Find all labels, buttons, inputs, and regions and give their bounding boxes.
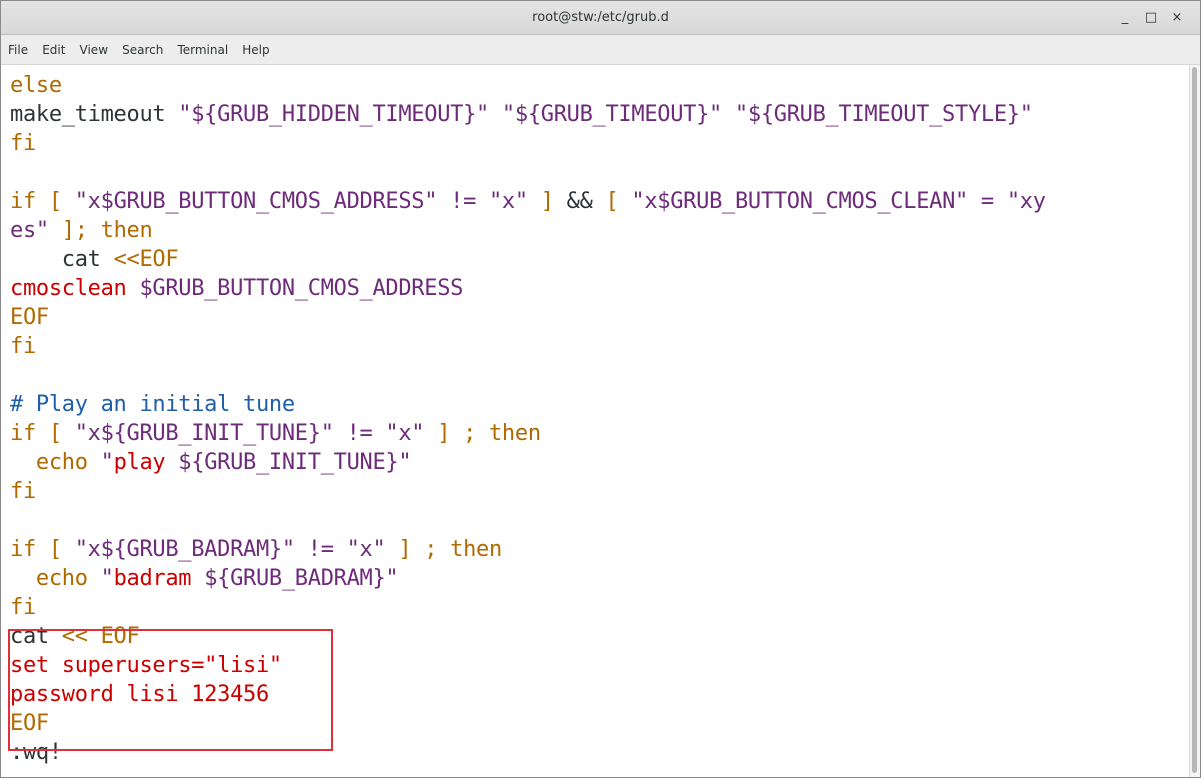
terminal-text: "x${GRUB_BADRAM}" != "x" [74, 537, 386, 562]
window-title: root@stw:/etc/grub.d [532, 10, 669, 25]
terminal-text: "x${GRUB_INIT_TUNE}" != "x" [74, 421, 425, 446]
terminal-line: fi [10, 330, 36, 364]
terminal-line: fi [10, 475, 36, 509]
menu-bar: File Edit View Search Terminal Help [1, 35, 1200, 65]
terminal-window: root@stw:/etc/grub.d _ □ × File Edit Vie… [0, 0, 1201, 778]
terminal-text: es" [10, 218, 49, 243]
title-bar[interactable]: root@stw:/etc/grub.d _ □ × [1, 1, 1200, 35]
terminal-line: echo "badram ${GRUB_BADRAM}" [10, 562, 399, 596]
terminal-line: echo "play ${GRUB_INIT_TUNE}" [10, 446, 412, 480]
terminal-text: " [100, 566, 114, 591]
terminal-text: "${GRUB_HIDDEN_TIMEOUT}" "${GRUB_TIMEOUT… [178, 102, 1033, 127]
terminal-text: echo [10, 566, 101, 591]
terminal-text: "x$GRUB_BUTTON_CMOS_ADDRESS" != "x" [74, 189, 528, 214]
menu-search[interactable]: Search [122, 35, 163, 65]
terminal-text: ] [527, 189, 567, 214]
menu-terminal[interactable]: Terminal [177, 35, 228, 65]
menu-help[interactable]: Help [242, 35, 269, 65]
terminal-line: fi [10, 127, 36, 161]
terminal-text: fi [10, 479, 36, 504]
terminal-text: [ [592, 189, 632, 214]
terminal-text: else [10, 73, 62, 98]
menu-file[interactable]: File [8, 35, 28, 65]
close-icon[interactable]: × [1164, 1, 1190, 35]
terminal-line: cmosclean $GRUB_BUTTON_CMOS_ADDRESS [10, 272, 463, 306]
terminal-text: " [100, 450, 114, 475]
terminal-text: cat [10, 247, 114, 272]
terminal-text: ] ; then [385, 537, 502, 562]
terminal-text: ]; then [48, 218, 153, 243]
terminal-text: make_timeout [10, 102, 179, 127]
terminal-text: fi [10, 131, 36, 156]
terminal-text: badram [113, 566, 192, 591]
scrollbar-thumb[interactable] [1192, 67, 1197, 773]
terminal-text: EOF [10, 305, 49, 330]
menu-view[interactable]: View [80, 35, 108, 65]
terminal-text: fi [10, 595, 36, 620]
terminal-text: cmosclean [10, 276, 140, 301]
terminal-text: <<EOF [113, 247, 179, 272]
terminal-text: ${GRUB_INIT_TUNE}" [165, 450, 412, 475]
menu-edit[interactable]: Edit [42, 35, 65, 65]
terminal-text: $GRUB_BUTTON_CMOS_ADDRESS [139, 276, 464, 301]
terminal-text: "x$GRUB_BUTTON_CMOS_CLEAN" = "xy [631, 189, 1046, 214]
terminal-line: if [ "x$GRUB_BUTTON_CMOS_ADDRESS" != "x"… [10, 185, 1046, 219]
terminal-text: if [ [10, 421, 75, 446]
scrollbar[interactable] [1189, 65, 1200, 777]
terminal-text: play [113, 450, 166, 475]
terminal-text: echo [10, 450, 101, 475]
terminal-text: ] ; then [424, 421, 541, 446]
terminal-text: if [ [10, 189, 75, 214]
terminal-text: # Play an initial tune [10, 392, 295, 417]
terminal-text: fi [10, 334, 36, 359]
maximize-icon[interactable]: □ [1138, 1, 1164, 35]
minimize-icon[interactable]: _ [1112, 1, 1138, 35]
highlight-box [8, 629, 333, 751]
terminal-text: if [ [10, 537, 75, 562]
terminal-line: make_timeout "${GRUB_HIDDEN_TIMEOUT}" "$… [10, 98, 1033, 132]
terminal-text: && [566, 189, 593, 214]
terminal-text: ${GRUB_BADRAM}" [191, 566, 399, 591]
